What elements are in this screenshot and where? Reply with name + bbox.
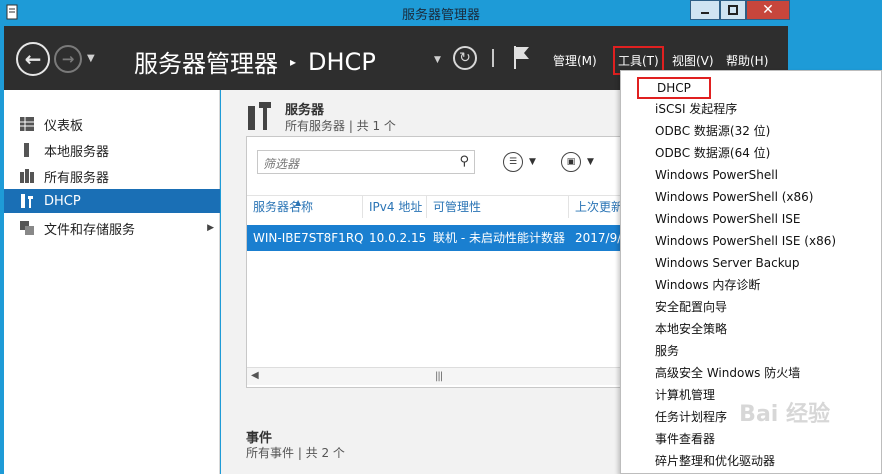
sidebar-item-label: DHCP	[44, 193, 81, 209]
forward-button[interactable]: →	[54, 45, 82, 73]
sidebar-item-all-servers[interactable]: 所有服务器	[4, 164, 220, 188]
sidebar-item-label: 本地服务器	[44, 144, 110, 160]
search-icon[interactable]: ⚲	[459, 154, 469, 169]
dhcp-icon	[20, 194, 34, 208]
menu-item[interactable]: Windows PowerShell (x86)	[655, 186, 813, 208]
servers-section-title: 服务器	[285, 103, 325, 118]
breadcrumb-current: DHCP	[308, 47, 376, 76]
sidebar-item-label: 所有服务器	[44, 170, 110, 186]
header-divider	[492, 49, 494, 67]
title-bar: 服务器管理器 ✕	[0, 0, 882, 26]
sidebar-item-dashboard[interactable]: 仪表板	[4, 112, 220, 136]
back-arrow-icon: ←	[24, 47, 42, 71]
menu-view[interactable]: 视图(V)	[672, 52, 714, 69]
all-servers-icon	[20, 169, 34, 183]
menu-item[interactable]: 碎片整理和优化驱动器	[655, 450, 775, 472]
sidebar-item-dhcp[interactable]: DHCP	[4, 189, 220, 213]
menu-item[interactable]: Windows PowerShell ISE	[655, 208, 801, 230]
chevron-down-icon: ▼	[529, 157, 536, 167]
menu-item[interactable]: 服务	[655, 340, 679, 362]
breadcrumb-dropdown-icon[interactable]: ▼	[434, 55, 441, 65]
dashboard-icon	[20, 117, 34, 131]
scroll-grip-icon[interactable]: |||	[435, 371, 443, 382]
file-storage-icon	[20, 221, 34, 235]
menu-item[interactable]: 高级安全 Windows 防火墙	[655, 362, 800, 384]
menu-item[interactable]: Windows Server Backup	[655, 252, 800, 274]
column-header[interactable]: ▲ 服务器名称	[247, 196, 363, 218]
menu-manage[interactable]: 管理(M)	[553, 52, 597, 69]
sidebar-item-file-storage[interactable]: 文件和存储服务 ▶	[4, 216, 220, 240]
maximize-button[interactable]	[720, 0, 746, 20]
menu-item-dhcp[interactable]: DHCP	[637, 77, 711, 99]
breadcrumb-root[interactable]: 服务器管理器	[134, 44, 278, 79]
back-button[interactable]: ←	[16, 42, 50, 76]
breadcrumb-separator-icon: ▸	[290, 54, 297, 69]
sidebar-item-label: 文件和存储服务	[44, 222, 136, 238]
local-server-icon	[20, 143, 34, 157]
close-button[interactable]: ✕	[746, 0, 790, 20]
watermark: Bai 经验	[739, 402, 830, 427]
filter-placeholder: 筛选器	[263, 157, 300, 171]
minimize-button[interactable]	[690, 0, 720, 20]
menu-item[interactable]: 计算机管理	[655, 384, 715, 406]
menu-item[interactable]: 事件查看器	[655, 428, 715, 450]
minimize-icon	[701, 12, 709, 14]
notifications-flag-icon[interactable]	[512, 44, 532, 70]
column-header[interactable]: 可管理性	[427, 196, 569, 218]
save-icon: ▣	[561, 152, 581, 172]
save-query-button[interactable]: ▣ ▼	[561, 151, 594, 173]
menu-item[interactable]: Windows PowerShell	[655, 164, 778, 186]
forward-arrow-icon: →	[61, 50, 75, 68]
sort-ascending-icon: ▲	[295, 198, 302, 207]
scroll-left-icon[interactable]: ◀	[251, 370, 259, 381]
filter-input[interactable]: 筛选器 ⚲	[257, 150, 475, 174]
maximize-icon	[728, 5, 738, 15]
servers-section-icon	[248, 102, 271, 130]
menu-item[interactable]: 本地安全策略	[655, 318, 727, 340]
table-cell: 联机 - 未启动性能计数器	[433, 231, 565, 245]
table-cell: WIN-IBE7ST8F1RQ	[253, 231, 363, 245]
close-icon: ✕	[762, 2, 774, 18]
menu-item[interactable]: Windows PowerShell ISE (x86)	[655, 230, 836, 252]
menu-item[interactable]: 任务计划程序	[655, 406, 727, 428]
history-dropdown-icon[interactable]: ▼	[87, 53, 95, 64]
menu-item[interactable]: 安全配置向导	[655, 296, 727, 318]
sidebar: 仪表板 本地服务器 所有服务器 DHCP 文件和存储服务 ▶	[4, 90, 220, 474]
sidebar-item-local-server[interactable]: 本地服务器	[4, 138, 220, 162]
sidebar-item-label: 仪表板	[44, 118, 84, 134]
chevron-right-icon: ▶	[207, 223, 214, 233]
events-section-subtitle: 所有事件 | 共 2 个	[246, 446, 345, 460]
refresh-button[interactable]: ↻	[453, 46, 477, 70]
menu-item[interactable]: ODBC 数据源(32 位)	[655, 120, 770, 142]
list-icon: ☰	[503, 152, 523, 172]
list-options-button[interactable]: ☰ ▼	[503, 151, 536, 173]
breadcrumb: 服务器管理器 ▸ DHCP	[134, 44, 376, 79]
chevron-down-icon: ▼	[587, 157, 594, 167]
menu-item[interactable]: Windows 内存诊断	[655, 274, 760, 296]
table-cell: 10.0.2.15	[369, 231, 427, 245]
menu-item[interactable]: iSCSI 发起程序	[655, 98, 737, 120]
menu-help[interactable]: 帮助(H)	[726, 52, 768, 69]
menu-item[interactable]: ODBC 数据源(64 位)	[655, 142, 770, 164]
refresh-icon: ↻	[459, 50, 471, 66]
column-header[interactable]: IPv4 地址	[363, 196, 427, 218]
servers-section-subtitle: 所有服务器 | 共 1 个	[285, 119, 396, 133]
